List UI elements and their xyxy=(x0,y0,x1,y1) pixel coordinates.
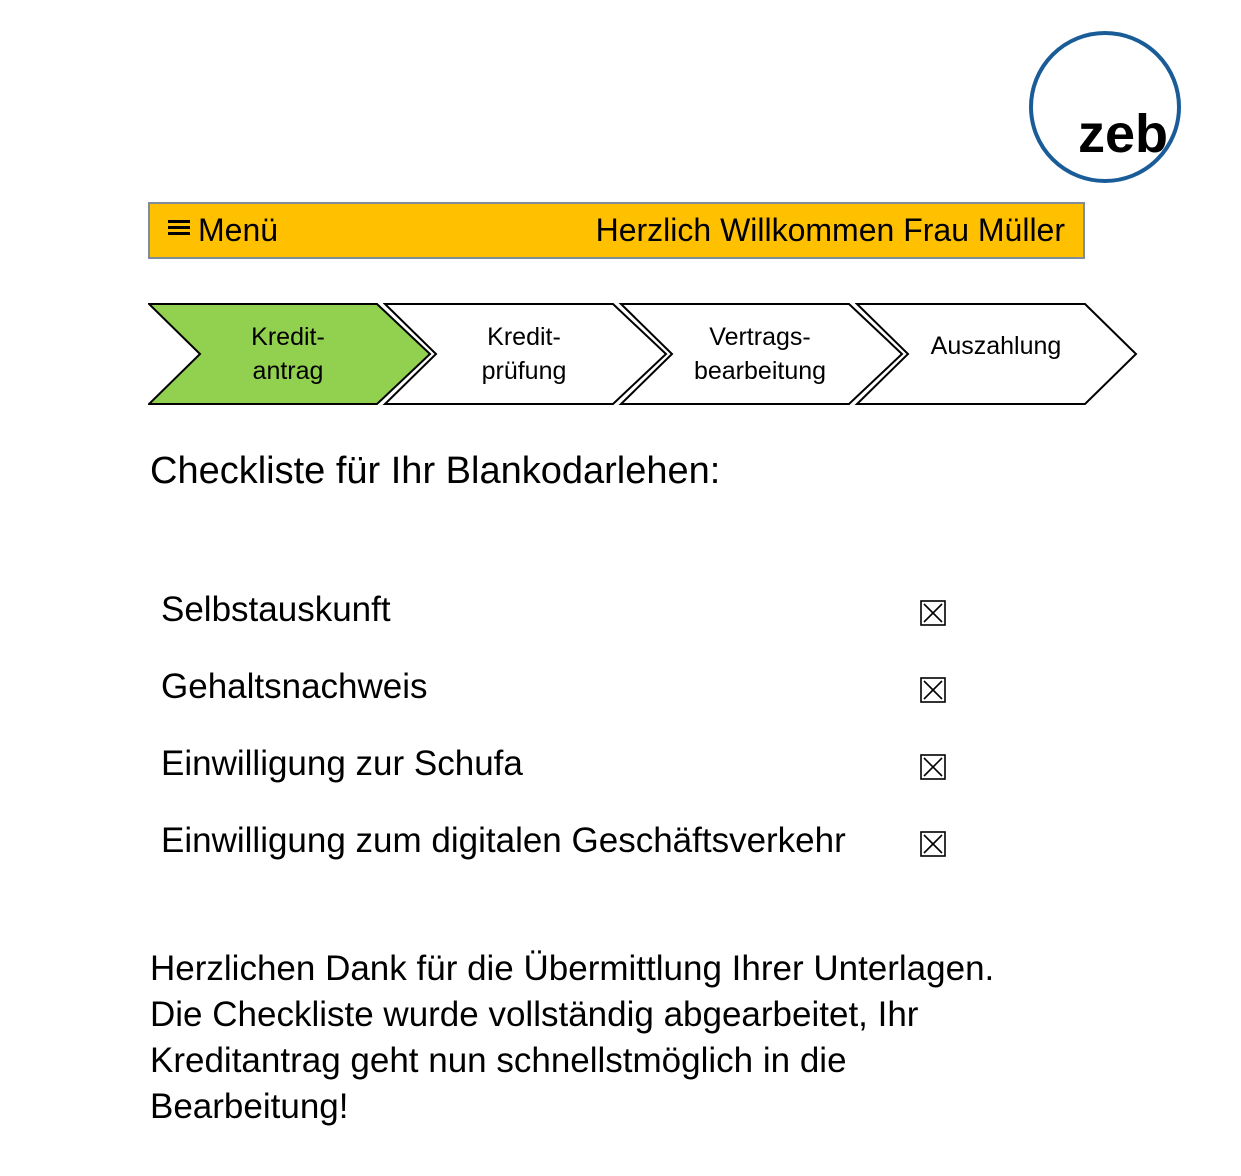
checklist-item: Gehaltsnachweis xyxy=(161,657,961,734)
welcome-text: Herzlich Willkommen Frau Müller xyxy=(595,212,1065,248)
step-auszahlung[interactable]: Auszahlung xyxy=(896,294,1096,398)
confirmation-line: Bearbeitung! xyxy=(150,1087,349,1126)
process-steps: Kredit- antrag Kredit- prüfung Vertrags-… xyxy=(148,302,1140,408)
checked-box-icon[interactable] xyxy=(919,599,947,627)
checklist-item: Einwilligung zur Schufa xyxy=(161,734,961,811)
step-kreditantrag[interactable]: Kredit- antrag xyxy=(188,302,388,406)
header-bar: Menü Herzlich Willkommen Frau Müller xyxy=(148,202,1085,259)
checklist-item-label: Einwilligung zum digitalen Geschäftsverk… xyxy=(161,821,846,860)
zeb-logo: zeb xyxy=(1028,30,1182,184)
confirmation-line: Kreditantrag geht nun schnellstmöglich i… xyxy=(150,1041,847,1080)
checklist-title: Checkliste für Ihr Blankodarlehen: xyxy=(150,450,721,492)
confirmation-line: Herzlichen Dank für die Übermittlung Ihr… xyxy=(150,949,995,988)
checklist-item: Einwilligung zum digitalen Geschäftsverk… xyxy=(161,811,961,888)
menu-label: Menü xyxy=(198,212,279,248)
checklist-item: Selbstauskunft xyxy=(161,580,961,657)
checked-box-icon[interactable] xyxy=(919,676,947,704)
hamburger-icon xyxy=(168,219,190,238)
logo-text: zeb xyxy=(1078,104,1168,164)
confirmation-line: Die Checkliste wurde vollständig abgearb… xyxy=(150,995,919,1034)
menu-button[interactable]: Menü xyxy=(168,204,278,257)
checked-box-icon[interactable] xyxy=(919,830,947,858)
step-vertragsbearbeitung[interactable]: Vertrags- bearbeitung xyxy=(660,302,860,406)
checklist-item-label: Selbstauskunft xyxy=(161,590,391,629)
checklist: Selbstauskunft Gehaltsnachweis Einwillig… xyxy=(161,580,961,888)
checklist-item-label: Gehaltsnachweis xyxy=(161,667,428,706)
checked-box-icon[interactable] xyxy=(919,753,947,781)
step-kreditpruefung[interactable]: Kredit- prüfung xyxy=(424,302,624,406)
confirmation-message: Herzlichen Dank für die Übermittlung Ihr… xyxy=(150,946,1110,1130)
checklist-item-label: Einwilligung zur Schufa xyxy=(161,744,523,783)
